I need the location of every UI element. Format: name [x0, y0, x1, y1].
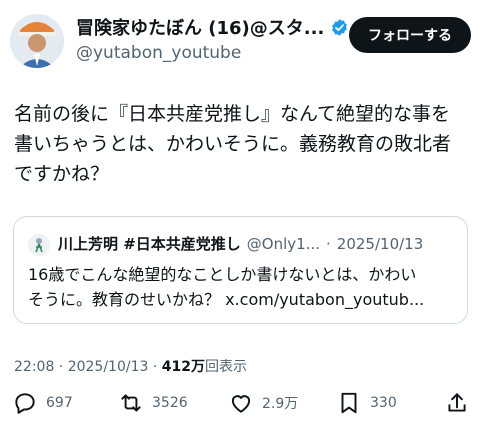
quote-avatar: [28, 234, 50, 256]
verified-badge-icon: [332, 18, 348, 36]
quote-date: 2025/10/13: [336, 234, 424, 253]
share-icon: [448, 393, 466, 412]
retweet-icon: [121, 394, 141, 412]
follow-button[interactable]: フォローする: [349, 17, 471, 53]
like-count: 2.9万: [262, 396, 299, 412]
views-label: 回表示: [204, 359, 247, 375]
bookmark-button[interactable]: 330: [336, 390, 397, 416]
avatar[interactable]: [10, 14, 64, 68]
reply-button[interactable]: 697: [12, 390, 73, 416]
name-row: 冒険家ゆたぼん (16)@スタ...: [76, 14, 349, 40]
reply-icon: [15, 393, 35, 414]
bookmark-icon: [341, 392, 357, 414]
views-count: 412万: [161, 359, 205, 375]
quote-author-name: 川上芳明 #日本共産党推し: [58, 235, 241, 253]
retweet-count: 3526: [152, 395, 188, 411]
user-handle[interactable]: @yutabon_youtube: [76, 43, 241, 63]
quote-author-handle: @Only1...: [246, 234, 321, 253]
tweet-text: 名前の後に『日本共産党推し』なんて絶望的な事を 書いちゃうとは、かわいそうに。義…: [14, 103, 452, 185]
action-bar: 697 3526 2.9万 330: [0, 390, 480, 424]
like-button[interactable]: 2.9万: [228, 390, 298, 416]
quote-separator: ·: [326, 234, 331, 253]
retweet-button[interactable]: 3526: [118, 390, 188, 416]
reply-count: 697: [46, 395, 73, 411]
quote-text: 16歳でこんな絶望的なことしか書けないとは、かわい そうに。教育のせいかね？ x…: [28, 265, 425, 309]
heart-icon: [231, 395, 251, 413]
tweet-timestamp: 22:08 · 2025/10/13 · 412万回表示: [14, 356, 247, 376]
share-button[interactable]: [444, 390, 470, 416]
bookmark-count: 330: [370, 395, 397, 411]
display-name[interactable]: 冒険家ゆたぼん (16)@スタ...: [76, 14, 324, 40]
quote-header: 川上芳明 #日本共産党推し @Only1... · 2025/10/13: [58, 233, 423, 254]
tweet-time[interactable]: 22:08 · 2025/10/13 ·: [14, 359, 162, 375]
quoted-tweet[interactable]: 川上芳明 #日本共産党推し @Only1... · 2025/10/13 16歳…: [13, 216, 468, 324]
